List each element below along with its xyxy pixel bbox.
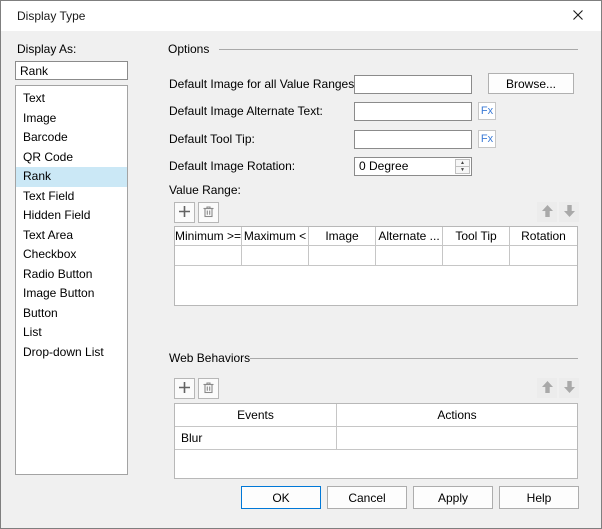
- list-item-text-field[interactable]: Text Field: [16, 187, 127, 207]
- list-item-checkbox[interactable]: Checkbox: [16, 245, 127, 265]
- display-as-listbox: Text Image Barcode QR Code Rank Text Fie…: [15, 85, 128, 475]
- web-behaviors-group-label: Web Behaviors: [169, 351, 251, 365]
- tooltip-input[interactable]: [354, 130, 472, 149]
- event-cell-blur[interactable]: Blur: [175, 427, 337, 449]
- web-behavior-move-down-button[interactable]: [559, 378, 579, 398]
- list-item-radio-button[interactable]: Radio Button: [16, 265, 127, 285]
- web-behavior-move-up-button[interactable]: [537, 378, 557, 398]
- list-item-qr-code[interactable]: QR Code: [16, 148, 127, 168]
- tooltip-label: Default Tool Tip:: [169, 132, 255, 146]
- default-image-input[interactable]: [354, 75, 472, 94]
- display-type-dialog: Display Type Display As: Text Image Barc…: [0, 0, 602, 529]
- plus-icon: [178, 381, 191, 397]
- add-web-behavior-button[interactable]: [174, 378, 195, 399]
- browse-button[interactable]: Browse...: [488, 73, 574, 94]
- title-bar: Display Type: [1, 1, 601, 31]
- default-image-label: Default Image for all Value Ranges:: [169, 77, 358, 91]
- window-title: Display Type: [17, 9, 86, 23]
- options-group-line: [219, 49, 578, 50]
- triangle-down-icon: ▼: [460, 166, 465, 173]
- add-value-range-button[interactable]: [174, 202, 195, 223]
- arrow-down-icon: [563, 204, 576, 221]
- value-range-label: Value Range:: [169, 183, 241, 197]
- web-behavior-row[interactable]: Blur: [175, 427, 577, 450]
- help-button[interactable]: Help: [499, 486, 579, 509]
- list-item-drop-down-list[interactable]: Drop-down List: [16, 343, 127, 363]
- list-item-image[interactable]: Image: [16, 109, 127, 129]
- ok-button[interactable]: OK: [241, 486, 321, 509]
- spin-up-button[interactable]: ▲: [455, 159, 470, 167]
- display-as-label: Display As:: [17, 42, 77, 56]
- web-behaviors-group-line: [250, 358, 578, 359]
- action-cell[interactable]: [337, 427, 577, 449]
- value-range-move-down-button[interactable]: [559, 202, 579, 222]
- list-item-rank[interactable]: Rank: [16, 167, 127, 187]
- arrow-up-icon: [541, 380, 554, 397]
- list-item-image-button[interactable]: Image Button: [16, 284, 127, 304]
- rotation-label: Default Image Rotation:: [169, 159, 296, 173]
- plus-icon: [178, 205, 191, 221]
- value-range-move-up-button[interactable]: [537, 202, 557, 222]
- rotation-spinner[interactable]: 0 Degree ▲ ▼: [354, 157, 472, 176]
- list-item-hidden-field[interactable]: Hidden Field: [16, 206, 127, 226]
- cell-rotation[interactable]: [510, 246, 577, 265]
- alternate-text-label: Default Image Alternate Text:: [169, 104, 323, 118]
- list-item-button[interactable]: Button: [16, 304, 127, 324]
- header-events: Events: [175, 404, 337, 426]
- display-as-input[interactable]: [15, 61, 128, 80]
- header-image: Image: [309, 227, 376, 245]
- spin-down-button[interactable]: ▼: [455, 166, 470, 174]
- cell-alternate[interactable]: [376, 246, 443, 265]
- fx-icon: Fx: [480, 133, 494, 145]
- header-maximum: Maximum <: [242, 227, 309, 245]
- trash-icon: [202, 381, 215, 397]
- delete-web-behavior-button[interactable]: [198, 378, 219, 399]
- header-actions: Actions: [437, 408, 477, 422]
- arrow-up-icon: [541, 204, 554, 221]
- value-range-row[interactable]: [175, 246, 577, 266]
- apply-button[interactable]: Apply: [413, 486, 493, 509]
- trash-icon: [202, 205, 215, 221]
- alternate-text-input[interactable]: [354, 102, 472, 121]
- cell-tool-tip[interactable]: [443, 246, 510, 265]
- arrow-down-icon: [563, 380, 576, 397]
- value-range-table: Minimum >= Maximum < Image Alternate ...…: [174, 226, 578, 306]
- fx-button-tooltip[interactable]: Fx: [478, 130, 496, 148]
- delete-value-range-button[interactable]: [198, 202, 219, 223]
- rotation-value: 0 Degree: [359, 159, 409, 173]
- close-button[interactable]: [563, 4, 593, 28]
- options-group-label: Options: [168, 42, 210, 56]
- fx-button-alternate-text[interactable]: Fx: [478, 102, 496, 120]
- list-item-text[interactable]: Text: [16, 89, 127, 109]
- cell-minimum[interactable]: [175, 246, 242, 265]
- close-icon: [572, 9, 584, 24]
- header-alternate: Alternate ...: [376, 227, 443, 245]
- cancel-button[interactable]: Cancel: [327, 486, 407, 509]
- list-item-list[interactable]: List: [16, 323, 127, 343]
- header-tool-tip: Tool Tip: [443, 227, 510, 245]
- list-item-barcode[interactable]: Barcode: [16, 128, 127, 148]
- cell-maximum[interactable]: [242, 246, 309, 265]
- header-minimum: Minimum >=: [175, 227, 242, 245]
- cell-image[interactable]: [309, 246, 376, 265]
- fx-icon: Fx: [480, 105, 494, 117]
- header-rotation: Rotation: [521, 229, 566, 243]
- triangle-up-icon: ▲: [460, 160, 465, 166]
- web-behaviors-table: Events Actions Blur: [174, 403, 578, 479]
- list-item-text-area[interactable]: Text Area: [16, 226, 127, 246]
